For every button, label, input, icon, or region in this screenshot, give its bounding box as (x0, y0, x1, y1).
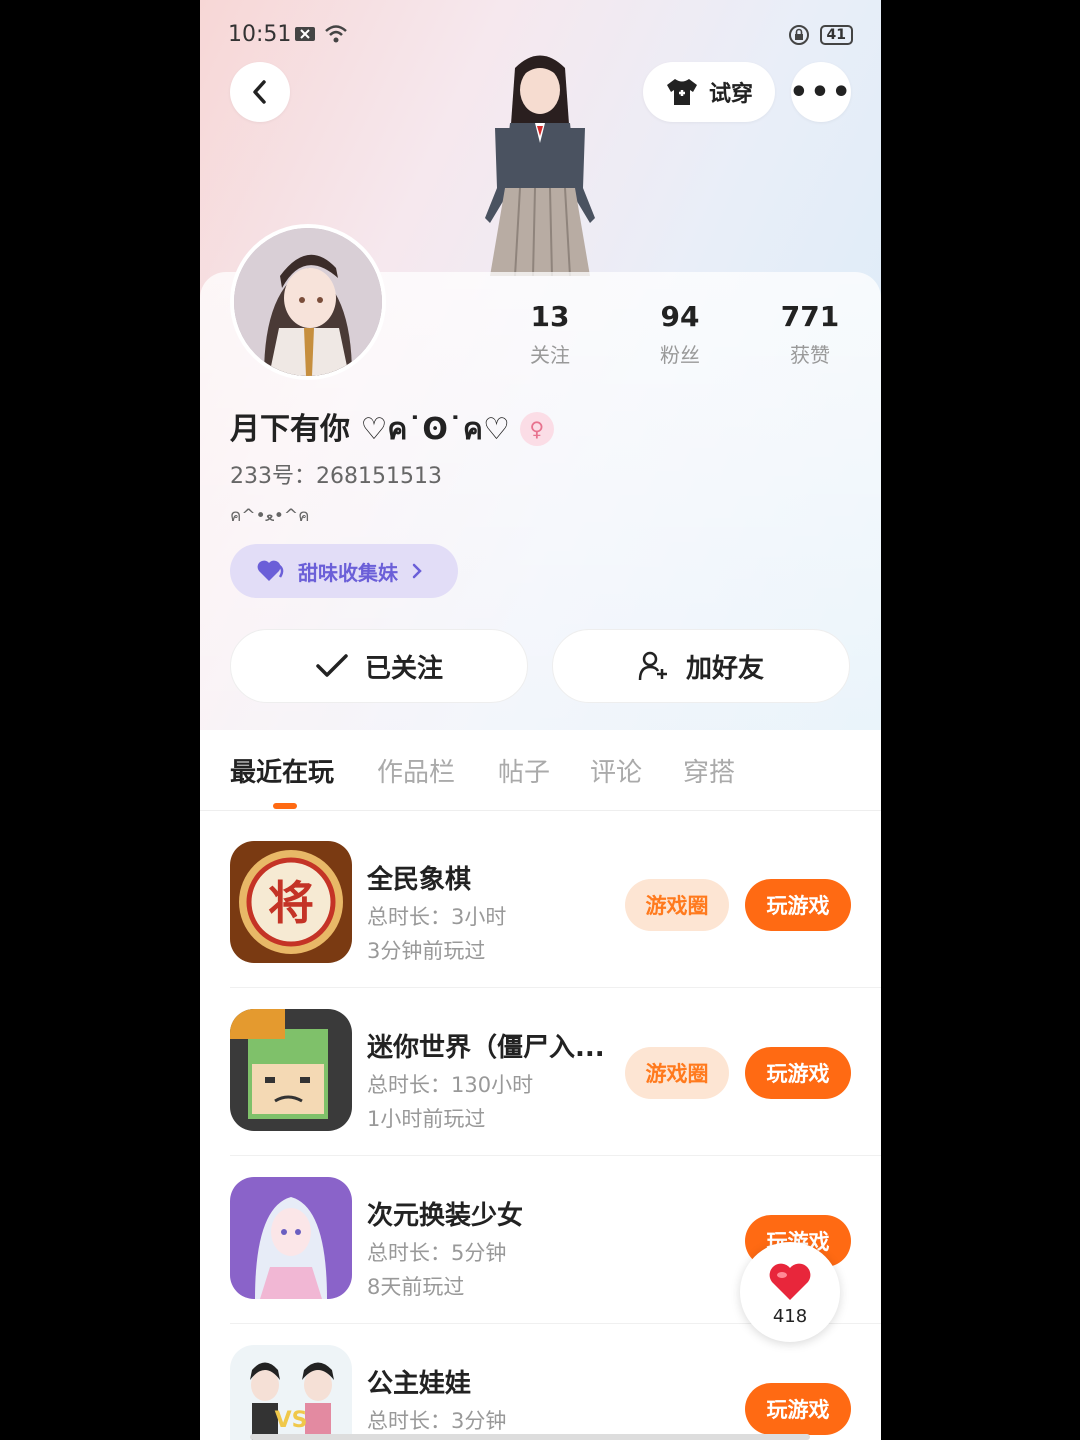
try-on-label: 试穿 (708, 82, 753, 107)
stat-value: 771 (780, 300, 840, 333)
sim-off-icon (295, 27, 315, 41)
profile-stats: 13 关注 94 粉丝 771 获赞 (500, 300, 860, 368)
game-duration: 总时长：3分钟 (367, 1409, 507, 1433)
title-badge-label: 甜味收集妹 (298, 560, 398, 585)
tshirt-icon (666, 79, 697, 105)
status-time: 10:51 (228, 22, 292, 47)
game-title: 次元换装少女 (367, 1201, 524, 1231)
followed-button[interactable]: 已关注 (230, 629, 528, 703)
tab-recently-played[interactable]: 最近在玩 (230, 752, 334, 789)
like-count: 418 (772, 1306, 808, 1327)
add-friend-label: 加好友 (685, 653, 764, 684)
scrollbar[interactable] (250, 1434, 810, 1440)
stat-value: 13 (530, 300, 570, 333)
avatar-3d-character (465, 48, 615, 277)
profile-tabs: 最近在玩 作品栏 帖子 评论 穿搭 (200, 730, 881, 811)
game-duration: 总时长：3小时 (367, 905, 507, 929)
username-row: 月下有你 ♡ค˙ʘ˙ค♡ ♀ (230, 404, 554, 453)
back-button[interactable] (230, 62, 290, 122)
user-id: 233号：268151513 (230, 464, 442, 489)
tab-posts[interactable]: 帖子 (498, 752, 550, 789)
stat-label: 粉丝 (660, 343, 700, 367)
more-icon: ••• (789, 74, 853, 110)
game-row[interactable]: 迷你世界（僵尸入... 总时长：130小时 1小时前玩过 游戏圈 玩游戏 (230, 987, 881, 1156)
game-circle-button[interactable]: 游戏圈 (625, 1047, 729, 1099)
game-last-played: 1小时前玩过 (367, 1107, 486, 1131)
battery-icon: 41 (819, 25, 853, 45)
heart-icon (257, 560, 284, 581)
mini-world-game-icon (230, 1009, 352, 1131)
svg-text:VS: VS (275, 1408, 308, 1433)
game-duration: 总时长：5分钟 (367, 1241, 507, 1265)
avatar[interactable] (230, 224, 386, 380)
profile-screen: 10:51 41 试穿 ••• 13 关注 94 粉丝 771 获赞 月下有你 … (200, 0, 881, 1440)
try-on-button[interactable]: 试穿 (643, 62, 775, 122)
stat-likes[interactable]: 771 获赞 (760, 300, 860, 368)
tab-outfits[interactable]: 穿搭 (683, 752, 735, 789)
game-last-played: 3分钟前玩过 (367, 939, 486, 963)
user-bio: ค^•ﻌ•^ค (230, 506, 310, 526)
status-bar: 10:51 41 (228, 22, 853, 50)
username: 月下有你 ♡ค˙ʘ˙ค♡ (230, 412, 510, 447)
stat-following[interactable]: 13 关注 (500, 300, 600, 368)
game-title: 全民象棋 (367, 865, 472, 895)
rotation-lock-icon (788, 25, 809, 45)
female-icon: ♀ (519, 411, 554, 446)
play-game-button[interactable]: 玩游戏 (745, 1047, 851, 1099)
like-bubble-button[interactable]: 418 (740, 1242, 840, 1342)
tab-indicator (273, 803, 297, 809)
stat-label: 获赞 (790, 343, 830, 367)
game-duration: 总时长：130小时 (367, 1073, 534, 1097)
princess-doll-game-icon: VS (230, 1345, 352, 1440)
game-circle-button[interactable]: 游戏圈 (625, 879, 729, 931)
svg-text:将: 将 (268, 876, 314, 930)
chevron-left-icon (253, 80, 266, 104)
game-row[interactable]: 将 全民象棋 总时长：3小时 3分钟前玩过 游戏圈 玩游戏 (230, 819, 881, 988)
stat-label: 关注 (530, 343, 570, 367)
chevron-right-icon (412, 563, 422, 579)
chess-game-icon: 将 (230, 841, 352, 963)
wifi-icon (325, 25, 347, 43)
game-last-played: 8天前玩过 (367, 1275, 465, 1299)
dressup-game-icon (230, 1177, 352, 1299)
tab-works[interactable]: 作品栏 (377, 752, 455, 789)
more-options-button[interactable]: ••• (789, 62, 853, 122)
game-title: 公主娃娃 (367, 1369, 472, 1399)
title-badge-button[interactable]: 甜味收集妹 (230, 544, 458, 598)
add-user-icon (638, 651, 667, 681)
play-game-button[interactable]: 玩游戏 (745, 879, 851, 931)
stat-value: 94 (660, 300, 700, 333)
heart-icon (769, 1263, 811, 1300)
followed-label: 已关注 (364, 653, 443, 684)
check-icon (316, 654, 348, 677)
game-title: 迷你世界（僵尸入... (367, 1033, 605, 1063)
play-game-button[interactable]: 玩游戏 (745, 1383, 851, 1435)
add-friend-button[interactable]: 加好友 (552, 629, 850, 703)
stat-fans[interactable]: 94 粉丝 (630, 300, 730, 368)
tab-comments[interactable]: 评论 (590, 752, 642, 789)
